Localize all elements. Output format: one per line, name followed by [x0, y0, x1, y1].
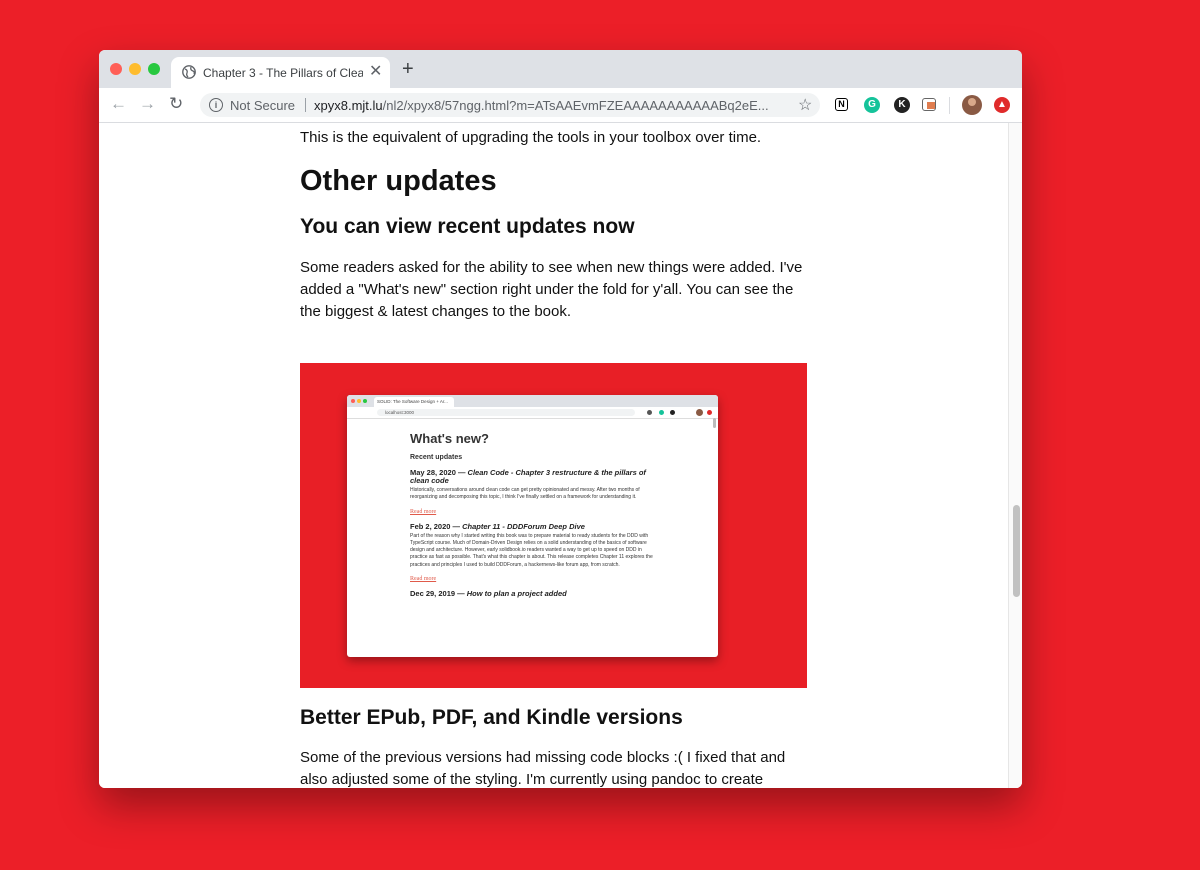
reload-icon[interactable]: ↻	[169, 94, 183, 114]
scrollbar-thumb[interactable]	[1013, 505, 1020, 597]
mini-ext-icon	[647, 410, 652, 415]
mini-read-more-link: Read more	[410, 508, 437, 515]
mini-tab-bar: SOLID: The Software Design + Ar...	[347, 395, 718, 407]
mini-scrollbar	[713, 418, 716, 428]
screenshot-extension-icon[interactable]	[922, 98, 936, 111]
page-viewport[interactable]: This is the equivalent of upgrading the …	[99, 123, 1022, 788]
bookmark-star-icon[interactable]: ☆	[798, 95, 812, 115]
mini-entry-text: Part of the reason why I started writing…	[410, 532, 653, 568]
mini-close-dot	[351, 399, 355, 403]
mini-read-more-link: Read more	[410, 576, 437, 583]
red-extension-icon[interactable]: ▲	[994, 97, 1010, 113]
toolbar-divider	[949, 97, 950, 114]
mini-k-icon	[670, 410, 675, 415]
mini-heading-whats-new: What's new?	[410, 431, 489, 446]
mini-entry-text: Historically, conversations around clean…	[410, 487, 640, 501]
new-tab-button[interactable]: +	[402, 59, 414, 79]
browser-toolbar: ← → ↻ i Not Secure xpyx8.mjt.lu/nl2/xpyx…	[99, 88, 1022, 123]
globe-icon	[182, 65, 196, 79]
k-extension-icon[interactable]: K	[894, 97, 910, 113]
back-arrow-icon[interactable]: ←	[110, 94, 127, 114]
notion-icon[interactable]: N	[835, 98, 848, 111]
mini-red-icon	[707, 410, 712, 415]
embedded-screenshot-image: SOLID: The Software Design + Ar... local…	[300, 363, 807, 688]
security-label: Not Secure	[230, 98, 296, 113]
mini-minimize-dot	[357, 399, 361, 403]
mini-toolbar: localhost:3000	[347, 407, 718, 419]
url-host: xpyx8.mjt.lu	[314, 98, 383, 113]
mini-entry-title: Feb 2, 2020 — Chapter 11 - DDDForum Deep…	[410, 521, 585, 531]
close-window-button[interactable]	[110, 63, 122, 75]
grammarly-icon[interactable]: G	[864, 97, 880, 113]
mini-maximize-dot	[363, 399, 367, 403]
url-text[interactable]: xpyx8.mjt.lu/nl2/xpyx8/57ngg.html?m=ATsA…	[314, 98, 786, 113]
mini-subheading: Recent updates	[410, 454, 463, 461]
forward-arrow-icon[interactable]: →	[139, 94, 156, 114]
paragraph-toolbox: This is the equivalent of upgrading the …	[300, 129, 762, 146]
maximize-window-button[interactable]	[148, 63, 160, 75]
mini-avatar	[696, 409, 703, 416]
address-divider	[305, 98, 306, 112]
mini-grammarly-icon	[659, 410, 664, 415]
mini-entry-title: May 28, 2020 — Clean Code - Chapter 3 re…	[410, 468, 646, 485]
mini-browser-window: SOLID: The Software Design + Ar... local…	[347, 395, 718, 657]
mini-url: localhost:3000	[377, 409, 635, 416]
profile-avatar[interactable]	[962, 95, 982, 115]
url-path: /nl2/xpyx8/57ngg.html?m=ATsAAEvmFZEAAAAA…	[382, 98, 769, 113]
minimize-window-button[interactable]	[129, 63, 141, 75]
tab-bar: Chapter 3 - The Pillars of Clean Code ✕ …	[99, 50, 1022, 88]
vertical-scrollbar[interactable]	[1008, 123, 1022, 788]
tab-title: Chapter 3 - The Pillars of Clean Code	[203, 66, 363, 80]
heading-other-updates: Other updates	[300, 165, 497, 197]
paragraph-epub: Some of the previous versions had missin…	[300, 749, 786, 788]
heading-epub: Better EPub, PDF, and Kindle versions	[300, 706, 683, 729]
address-bar[interactable]: i Not Secure xpyx8.mjt.lu/nl2/xpyx8/57ng…	[200, 93, 820, 117]
mini-content: What's new? Recent updates May 28, 2020 …	[410, 421, 660, 598]
mini-tab-title: SOLID: The Software Design + Ar...	[374, 397, 454, 407]
info-icon[interactable]: i	[209, 98, 223, 112]
tab-active[interactable]: Chapter 3 - The Pillars of Clean Code ✕	[171, 57, 390, 88]
paragraph-recent-updates: Some readers asked for the ability to se…	[300, 259, 803, 320]
tab-close-icon[interactable]: ✕	[369, 63, 382, 81]
heading-recent-updates: You can view recent updates now	[300, 215, 635, 238]
browser-window: Chapter 3 - The Pillars of Clean Code ✕ …	[99, 50, 1022, 788]
mini-entry-title: Dec 29, 2019 — How to plan a project add…	[410, 589, 567, 599]
